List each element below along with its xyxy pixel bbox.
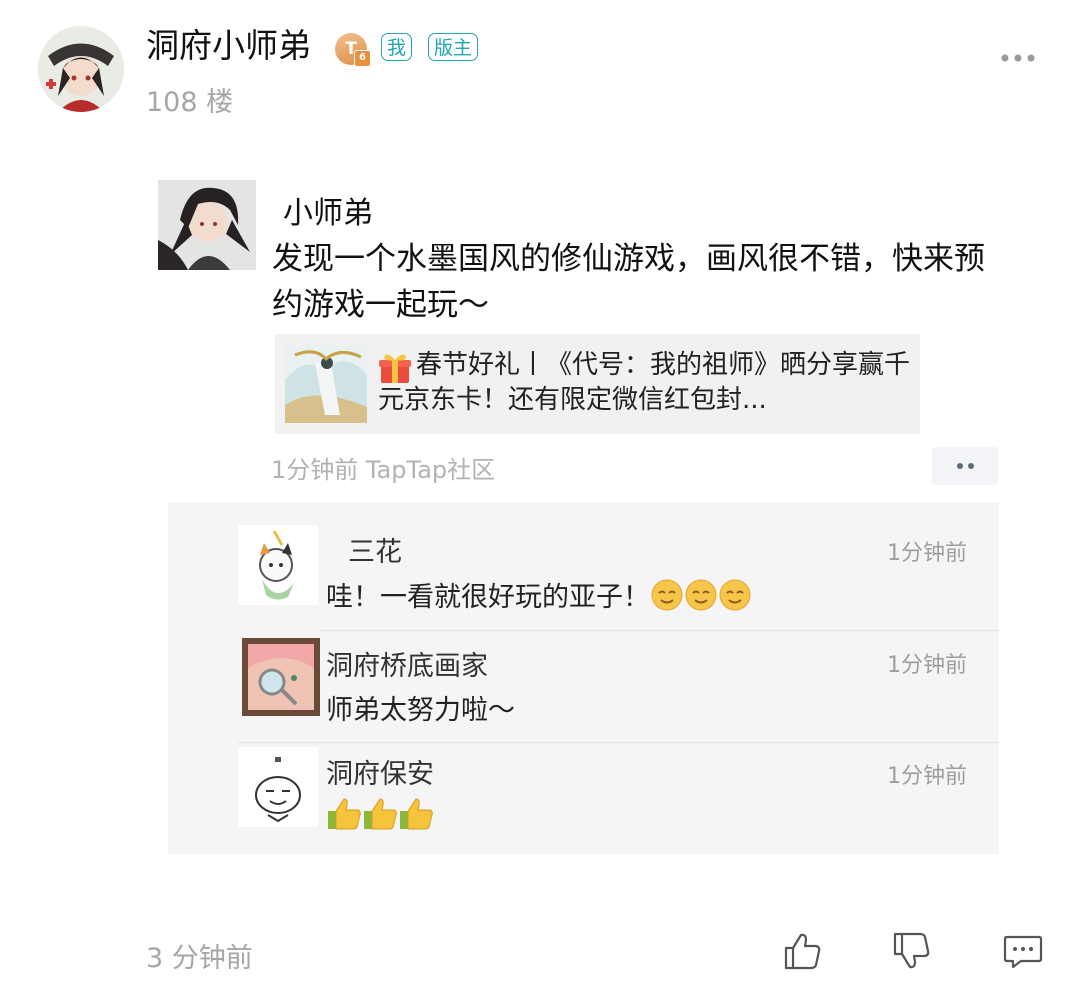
comment-time: 1分钟前 (887, 541, 967, 566)
thumbs-up-emoji (362, 797, 398, 838)
comment-text-body: 哇！一看就很好玩的亚子！ (326, 582, 650, 613)
share-card-thumbnail (285, 345, 367, 423)
screenshot-more-button (932, 447, 998, 485)
comment-time: 1分钟前 (887, 653, 967, 678)
comment-avatar (238, 747, 318, 827)
comment-text: 师弟太努力啦～ (326, 695, 515, 726)
floor-number: 108 楼 (146, 87, 234, 118)
comment-author: 洞府保安 (326, 759, 434, 790)
screenshot-author-name: 小师弟 (283, 196, 373, 231)
comment-icon[interactable] (1003, 934, 1043, 970)
post-time: 3 分钟前 (146, 943, 253, 974)
level-badge-number: 6 (354, 50, 371, 67)
level-badge: T 6 (335, 33, 371, 67)
comment-author: 三花 (348, 537, 402, 568)
comment-avatar (238, 525, 318, 605)
comment-text (326, 797, 434, 838)
thumbs-up-emoji (398, 797, 434, 838)
smile-emoji (684, 578, 718, 619)
more-horizontal-icon[interactable] (1000, 48, 1036, 68)
user-avatar[interactable] (38, 26, 124, 112)
username[interactable]: 洞府小师弟 (146, 26, 311, 66)
comment-time: 1分钟前 (887, 764, 967, 789)
smile-emoji (718, 578, 752, 619)
tag-me: 我 (381, 33, 413, 61)
share-card-title: 春节好礼丨《代号：我的祖师》晒分享赢千元京东卡！还有限定微信红包封... (378, 350, 911, 415)
comment-avatar (242, 638, 320, 716)
comment-divider (320, 630, 999, 631)
screenshot-author-avatar (158, 180, 256, 270)
tag-moderator: 版主 (428, 33, 479, 61)
comment-divider (238, 742, 999, 743)
smile-emoji (650, 578, 684, 619)
screenshot-meta: 1分钟前 TapTap社区 (271, 456, 496, 484)
thumbs-down-icon[interactable] (891, 931, 931, 971)
comment-text: 哇！一看就很好玩的亚子！ (326, 575, 752, 619)
comment-author: 洞府桥底画家 (326, 651, 488, 682)
screenshot-post-text: 发现一个水墨国风的修仙游戏，画风很不错，快来预约游戏一起玩～ (272, 241, 985, 323)
thumbs-up-icon[interactable] (782, 931, 822, 971)
thumbs-up-emoji (326, 797, 362, 838)
